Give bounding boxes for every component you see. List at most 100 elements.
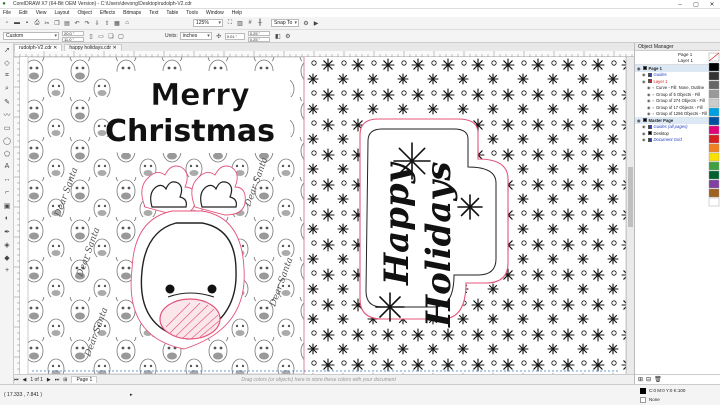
undo-icon[interactable]: ↶ xyxy=(73,19,81,27)
close-icon[interactable]: ✕ xyxy=(704,0,720,9)
palette-swatch[interactable] xyxy=(708,89,720,99)
copy-icon[interactable]: ❐ xyxy=(53,19,61,27)
menu-help[interactable]: Help xyxy=(232,10,242,16)
maximize-icon[interactable]: ▢ xyxy=(688,0,704,9)
print-icon[interactable]: ⎙ xyxy=(33,19,41,27)
vertical-scrollbar[interactable] xyxy=(626,57,634,374)
current-page-icon[interactable]: ▢ xyxy=(117,32,125,40)
pick-tool-icon[interactable]: ➚ xyxy=(0,43,14,56)
visibility-icon[interactable]: ◉ xyxy=(647,85,651,90)
paste-icon[interactable]: ▤ xyxy=(63,19,71,27)
palette-swatch[interactable] xyxy=(708,62,720,72)
open-folder-icon[interactable]: ▬ xyxy=(13,19,21,27)
new-document-icon[interactable]: ▫ xyxy=(3,19,11,27)
palette-swatch[interactable] xyxy=(708,98,720,108)
last-page-icon[interactable]: ⏭ xyxy=(55,377,60,383)
visibility-icon[interactable]: ◉ xyxy=(647,92,651,97)
delete-layer-icon[interactable]: 🗑 xyxy=(654,376,662,383)
visibility-icon[interactable]: ◉ xyxy=(637,118,641,123)
all-pages-icon[interactable]: ❏ xyxy=(107,32,115,40)
menu-view[interactable]: View xyxy=(36,10,47,16)
menu-text[interactable]: Text xyxy=(149,10,158,16)
duplicate-x-field[interactable]: 0.25 " xyxy=(247,30,270,36)
options-icon[interactable]: ⚙ xyxy=(302,19,310,27)
zoom-combo[interactable]: 125% xyxy=(193,19,223,27)
options-icon[interactable]: ⚙ xyxy=(284,32,292,40)
drawing-canvas[interactable]: Dear Santa Dear Santa Dear Santa Dear Sa… xyxy=(20,57,634,374)
nudge-distance-field[interactable]: 0.01 " xyxy=(224,32,245,40)
freehand-tool-icon[interactable]: ✎ xyxy=(0,95,14,108)
visibility-icon[interactable]: ◉ xyxy=(637,66,641,71)
palette-swatch[interactable] xyxy=(708,125,720,135)
visibility-icon[interactable]: ◉ xyxy=(642,131,646,136)
add-page-icon[interactable]: ⊞ xyxy=(63,377,67,383)
interactive-fill-icon[interactable]: ◈ xyxy=(0,238,14,251)
page-width-field[interactable]: 20.0 " xyxy=(62,30,84,36)
visibility-icon[interactable]: ◉ xyxy=(642,79,646,84)
menu-table[interactable]: Table xyxy=(166,10,178,16)
smart-fill-icon[interactable]: ◆ xyxy=(0,251,14,264)
polygon-tool-icon[interactable]: ⬠ xyxy=(0,147,14,160)
visibility-icon[interactable]: ◉ xyxy=(642,137,646,142)
zoom-tool-icon[interactable]: ⌕ xyxy=(0,82,14,95)
palette-swatch[interactable] xyxy=(708,179,720,189)
palette-swatch[interactable] xyxy=(708,170,720,180)
menu-bitmaps[interactable]: Bitmaps xyxy=(123,10,141,16)
connector-tool-icon[interactable]: ⌐ xyxy=(0,186,14,199)
palette-swatch[interactable] xyxy=(708,161,720,171)
menu-layout[interactable]: Layout xyxy=(54,10,69,16)
palette-swatch[interactable] xyxy=(708,134,720,144)
save-icon[interactable]: ▪ xyxy=(23,19,31,27)
page-tab[interactable]: Page 1 xyxy=(71,376,98,383)
app-launcher-icon[interactable]: ▦ xyxy=(113,19,121,27)
rectangle-tool-icon[interactable]: ▭ xyxy=(0,121,14,134)
menu-tools[interactable]: Tools xyxy=(186,10,198,16)
tab-happy-holidays[interactable]: happy holidays.cdr ✕ xyxy=(64,44,122,51)
next-page-icon[interactable]: ▶ xyxy=(47,377,51,383)
import-icon[interactable]: ⇩ xyxy=(93,19,101,27)
new-master-layer-icon[interactable]: ⊟ xyxy=(646,376,651,383)
vertical-scroll-thumb[interactable] xyxy=(628,167,633,227)
duplicate-y-field[interactable]: 0.25 " xyxy=(247,36,270,42)
palette-swatch[interactable] xyxy=(708,197,720,207)
first-page-icon[interactable]: ⏮ xyxy=(14,377,19,383)
export-icon[interactable]: ⇧ xyxy=(103,19,111,27)
landscape-icon[interactable]: ▭ xyxy=(97,32,105,40)
crop-tool-icon[interactable]: ⌗ xyxy=(0,69,14,82)
palette-swatch[interactable] xyxy=(708,71,720,81)
visibility-icon[interactable]: ◉ xyxy=(642,124,646,129)
palette-swatch[interactable] xyxy=(708,80,720,90)
palette-swatch[interactable] xyxy=(708,116,720,126)
portrait-icon[interactable]: ▯ xyxy=(87,32,95,40)
units-combo[interactable]: inches xyxy=(179,32,212,40)
redo-icon[interactable]: ↷ xyxy=(83,19,91,27)
parallel-dimension-icon[interactable]: ↔ xyxy=(0,173,14,186)
menu-effects[interactable]: Effects xyxy=(100,10,115,16)
snap-to-combo[interactable]: Snap To xyxy=(271,19,299,27)
text-tool-icon[interactable]: A xyxy=(0,160,14,173)
cut-icon[interactable]: ✂ xyxy=(43,19,51,27)
shape-tool-icon[interactable]: ◇ xyxy=(0,56,14,69)
menu-edit[interactable]: Edit xyxy=(19,10,28,16)
minimize-icon[interactable]: – xyxy=(672,0,688,9)
full-screen-icon[interactable]: ⛶ xyxy=(226,19,234,27)
add-tool-icon[interactable]: + xyxy=(0,264,14,277)
prev-page-icon[interactable]: ◀ xyxy=(23,377,27,383)
drop-shadow-icon[interactable]: ▣ xyxy=(0,199,14,212)
page-preset-combo[interactable]: Custom xyxy=(3,32,59,40)
launch-icon[interactable]: ▶ xyxy=(312,19,320,27)
visibility-icon[interactable]: ◉ xyxy=(647,105,651,110)
visibility-icon[interactable]: ◉ xyxy=(647,98,651,103)
visibility-icon[interactable]: ◉ xyxy=(647,111,651,116)
artistic-media-icon[interactable]: 〰 xyxy=(0,108,14,121)
grid-icon[interactable]: # xyxy=(246,19,254,27)
transparency-tool-icon[interactable]: ◐ xyxy=(0,212,14,225)
menu-window[interactable]: Window xyxy=(206,10,224,16)
visibility-icon[interactable]: ◉ xyxy=(642,72,646,77)
welcome-screen-icon[interactable]: ⌂ xyxy=(123,19,131,27)
menu-object[interactable]: Object xyxy=(77,10,91,16)
eyedropper-icon[interactable]: ✒ xyxy=(0,225,14,238)
menu-file[interactable]: File xyxy=(3,10,11,16)
page-height-field[interactable]: 11.0 " xyxy=(62,36,84,42)
palette-swatch[interactable] xyxy=(708,188,720,198)
